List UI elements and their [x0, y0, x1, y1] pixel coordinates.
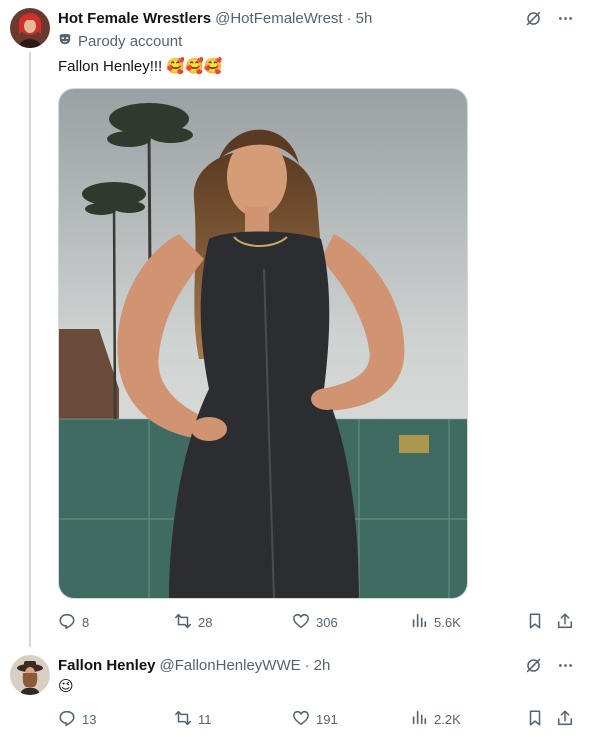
tweet-media-image[interactable] — [58, 88, 468, 599]
more-icon[interactable] — [556, 656, 574, 674]
views-button[interactable]: 2.2K — [410, 709, 461, 730]
tweet-actions: 13 11 191 2.2K — [58, 709, 578, 729]
tweet-top-actions — [524, 656, 574, 674]
timestamp[interactable]: 2h — [314, 657, 331, 674]
separator-dot: · — [346, 9, 352, 27]
author-name[interactable]: Hot Female Wrestlers — [58, 10, 211, 27]
parody-text: Parody account — [78, 32, 183, 50]
avatar[interactable] — [10, 655, 50, 695]
views-icon — [410, 612, 428, 633]
share-button[interactable] — [556, 612, 574, 633]
repost-button[interactable]: 11 — [174, 709, 212, 730]
like-button[interactable]: 306 — [292, 612, 338, 633]
share-icon — [556, 709, 574, 730]
author-handle[interactable]: @FallonHenleyWWE — [160, 657, 301, 674]
thread-line — [29, 52, 31, 647]
share-icon — [556, 612, 574, 633]
like-icon — [292, 709, 310, 730]
views-button[interactable]: 5.6K — [410, 612, 461, 633]
grok-icon[interactable] — [524, 9, 542, 27]
reply-icon — [58, 612, 76, 633]
reply-count: 13 — [82, 712, 97, 727]
tweet-header: Fallon Henley @FallonHenleyWWE · 2h — [58, 655, 330, 675]
tweet[interactable]: Hot Female Wrestlers @HotFemaleWrest · 5… — [0, 0, 590, 647]
parody-mask-icon — [58, 32, 72, 50]
grok-icon[interactable] — [524, 656, 542, 674]
repost-button[interactable]: 28 — [174, 612, 212, 633]
views-icon — [410, 709, 428, 730]
tweet-header: Hot Female Wrestlers @HotFemaleWrest · 5… — [58, 8, 372, 28]
like-button[interactable]: 191 — [292, 709, 338, 730]
repost-count: 28 — [198, 615, 213, 630]
tweet-actions: 8 28 306 5.6K — [58, 612, 578, 632]
separator-dot: · — [304, 656, 310, 674]
bookmark-icon — [526, 709, 544, 730]
parody-label: Parody account — [58, 32, 182, 50]
avatar[interactable] — [10, 8, 50, 48]
views-count: 5.6K — [434, 615, 461, 630]
bookmark-icon — [526, 612, 544, 633]
tweet-text: 😉 — [58, 678, 74, 695]
repost-icon — [174, 612, 192, 633]
tweet-text: Fallon Henley!!! 🥰🥰🥰 — [58, 58, 223, 75]
share-button[interactable] — [556, 709, 574, 730]
like-icon — [292, 612, 310, 633]
tweet-top-actions — [524, 9, 574, 27]
reply-icon — [58, 709, 76, 730]
bookmark-button[interactable] — [526, 612, 544, 633]
reply-count: 8 — [82, 615, 90, 630]
repost-count: 11 — [198, 712, 212, 727]
tweet[interactable]: Fallon Henley @FallonHenleyWWE · 2h 😉 13 — [0, 645, 590, 743]
repost-icon — [174, 709, 192, 730]
author-handle[interactable]: @HotFemaleWrest — [215, 10, 342, 27]
views-count: 2.2K — [434, 712, 461, 727]
more-icon[interactable] — [556, 9, 574, 27]
timestamp[interactable]: 5h — [356, 10, 373, 27]
like-count: 306 — [316, 615, 338, 630]
author-name[interactable]: Fallon Henley — [58, 657, 156, 674]
bookmark-button[interactable] — [526, 709, 544, 730]
reply-button[interactable]: 8 — [58, 612, 89, 633]
like-count: 191 — [316, 712, 338, 727]
reply-button[interactable]: 13 — [58, 709, 96, 730]
